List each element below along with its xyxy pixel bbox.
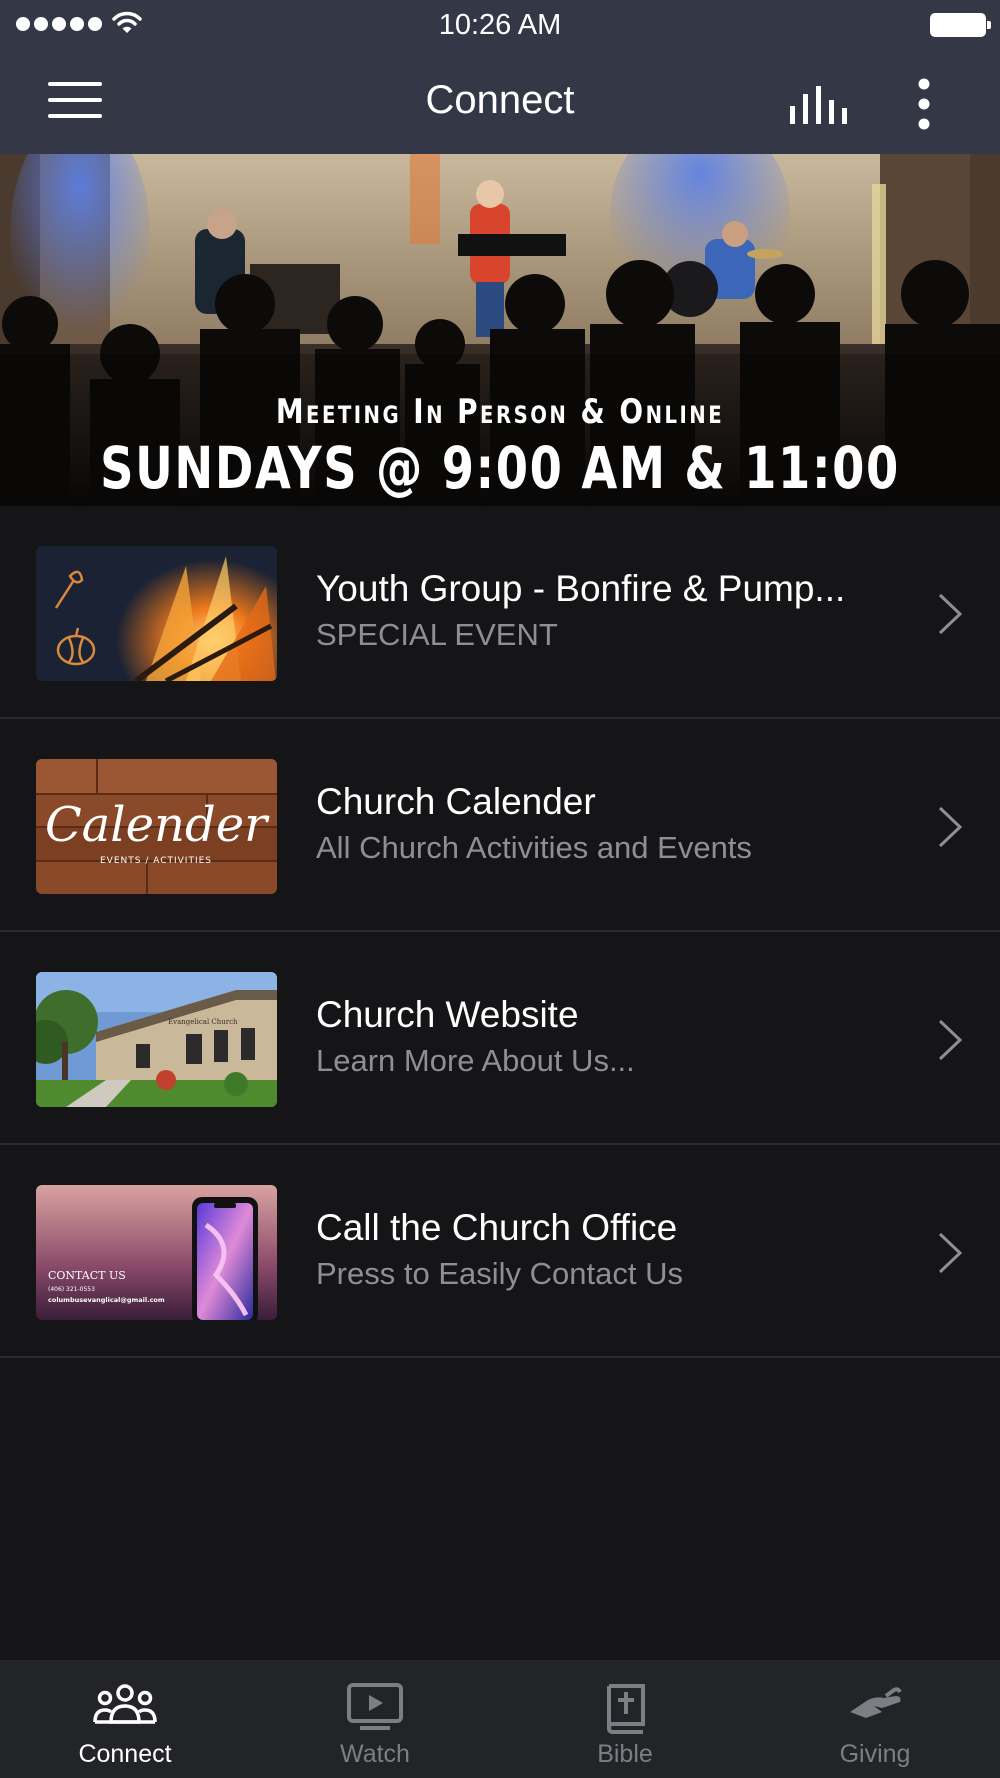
- list-item-title: Call the Church Office: [316, 1207, 678, 1248]
- list-item-subtitle: Learn More About Us...: [316, 1043, 635, 1078]
- giving-hand-icon: [850, 1687, 902, 1718]
- tab-connect[interactable]: Connect: [0, 1660, 250, 1778]
- contact-thumb-text: CONTACT US: [48, 1269, 126, 1282]
- more-vertical-icon[interactable]: [906, 76, 942, 132]
- tab-label: Giving: [839, 1740, 911, 1768]
- connect-list: Youth Group - Bonfire & Pump... SPECIAL …: [0, 506, 1000, 1358]
- status-bar: 10:26 AM: [0, 0, 1000, 50]
- app-screen: 10:26 AM Connect Meeting In Person & Onl…: [0, 0, 1000, 1778]
- tab-bible[interactable]: Bible: [500, 1660, 750, 1778]
- list-item-church-website[interactable]: Evangelical Church Church Website Learn …: [0, 932, 1000, 1145]
- status-time: 10:26 AM: [438, 9, 562, 41]
- list-item-title: Church Calender: [316, 781, 596, 822]
- list-item-title: Church Website: [316, 994, 579, 1035]
- tab-giving[interactable]: Giving: [750, 1660, 1000, 1778]
- bonfire-image: [36, 546, 277, 681]
- chevron-right-icon: [938, 593, 963, 635]
- calender-thumb-subtext: EVENTS / ACTIVITIES: [100, 856, 212, 866]
- tab-watch[interactable]: Watch: [250, 1660, 500, 1778]
- contact-thumb-email: columbusevanglical@gmail.com: [48, 1296, 165, 1304]
- hero-title: SUNDAYS @ 9:00 AM & 11:00 AM: [100, 434, 900, 506]
- chevron-right-icon: [938, 806, 963, 848]
- list-item-call-church-office[interactable]: CONTACT US (406) 321-0553 columbusevangl…: [0, 1145, 1000, 1358]
- list-item-subtitle: SPECIAL EVENT: [316, 617, 558, 652]
- list-item-subtitle: All Church Activities and Events: [316, 830, 752, 865]
- audio-bars-icon[interactable]: [788, 82, 848, 126]
- church-sign-text: Evangelical Church: [168, 1018, 238, 1026]
- church-building-image: Evangelical Church: [36, 972, 277, 1107]
- list-item-title: Youth Group - Bonfire & Pump...: [316, 568, 846, 609]
- people-icon: [93, 1684, 157, 1724]
- hamburger-menu-icon[interactable]: [48, 82, 104, 122]
- contact-thumb-phone: (406) 321-0553: [48, 1286, 95, 1293]
- list-item-church-calender[interactable]: Calender EVENTS / ACTIVITIES Church Cale…: [0, 719, 1000, 932]
- bible-icon: [606, 1684, 645, 1734]
- page-title: Connect: [425, 78, 575, 122]
- list-item-youth-group[interactable]: Youth Group - Bonfire & Pump... SPECIAL …: [0, 506, 1000, 719]
- chevron-right-icon: [938, 1019, 963, 1061]
- tab-label: Connect: [78, 1740, 172, 1768]
- play-screen-icon: [347, 1683, 403, 1730]
- calender-thumb-text: Calender: [45, 797, 270, 853]
- calender-image: Calender EVENTS / ACTIVITIES: [36, 759, 277, 894]
- tab-label: Watch: [340, 1740, 410, 1768]
- hero-banner[interactable]: Meeting In Person & Online SUNDAYS @ 9:0…: [0, 154, 1000, 506]
- chevron-right-icon: [938, 1232, 963, 1274]
- contact-us-image: CONTACT US (406) 321-0553 columbusevangl…: [36, 1185, 277, 1320]
- list-item-subtitle: Press to Easily Contact Us: [316, 1256, 683, 1291]
- tab-bar: Connect Watch Bible Giving: [0, 1660, 1000, 1778]
- tab-label: Bible: [597, 1740, 653, 1768]
- hero-subtitle: Meeting In Person & Online: [275, 392, 725, 432]
- battery-icon: [930, 13, 991, 37]
- nav-bar: Connect: [0, 50, 1000, 154]
